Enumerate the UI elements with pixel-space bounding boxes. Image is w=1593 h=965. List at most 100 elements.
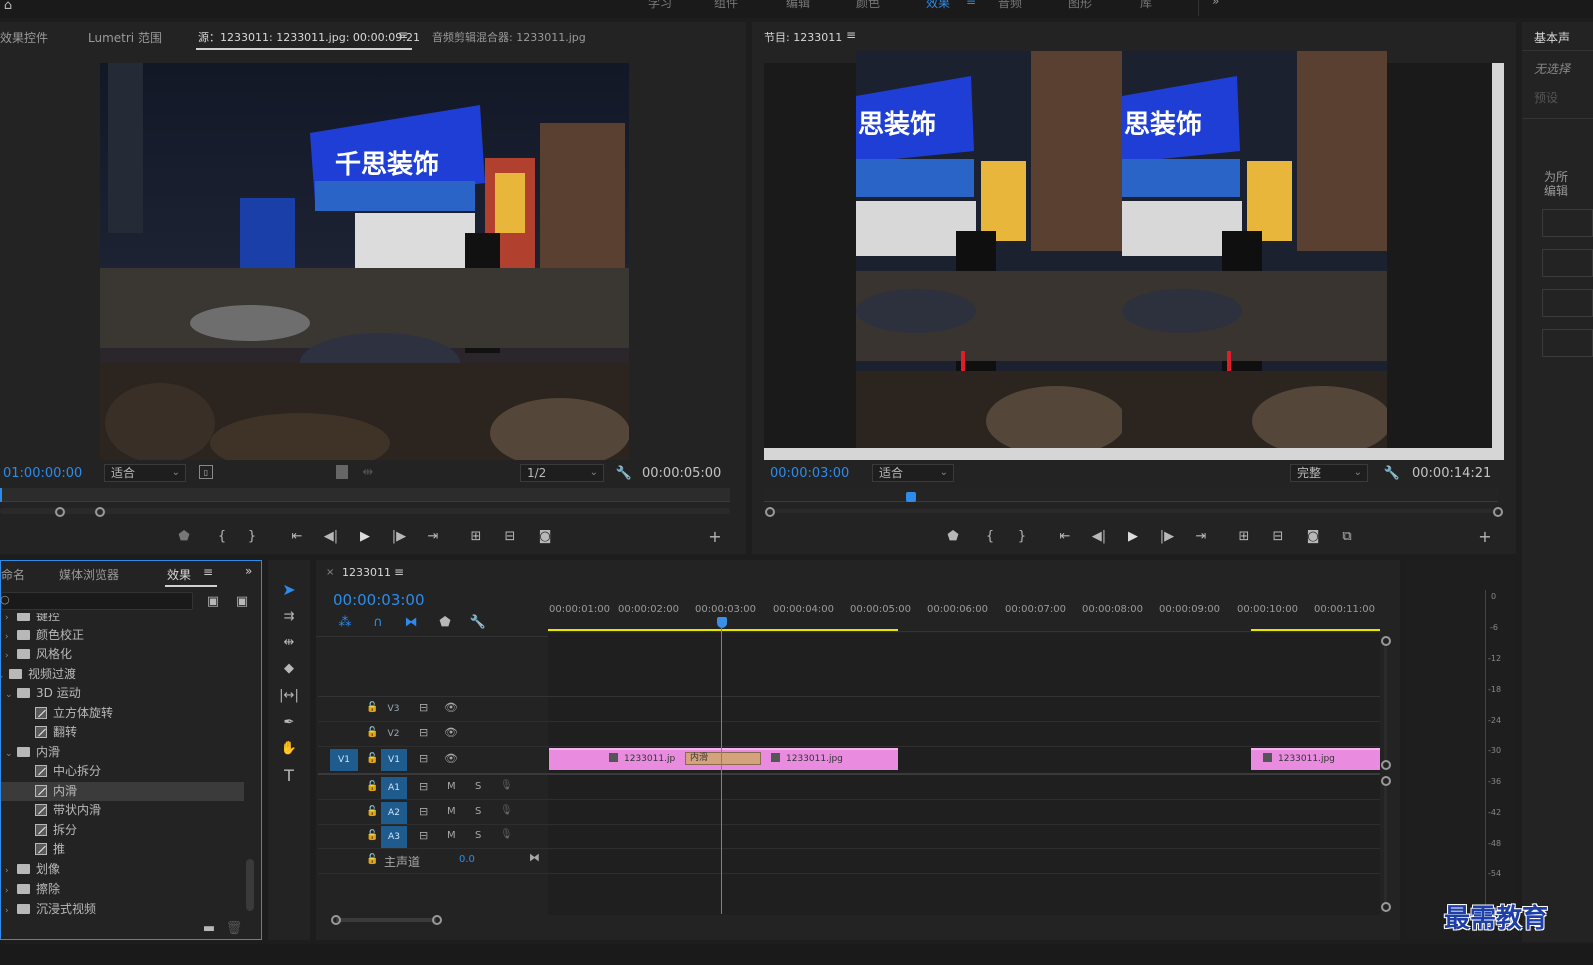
program-zoom-handle-left[interactable] bbox=[765, 507, 775, 517]
effects-scrollbar[interactable] bbox=[246, 859, 254, 911]
slip-tool-icon[interactable]: |↔| bbox=[278, 684, 300, 706]
tree-folder-video-transitions[interactable]: ⌄视频过渡 bbox=[1, 665, 244, 684]
scroll-track[interactable] bbox=[1384, 646, 1387, 762]
insert-overwrite-icon[interactable]: ⇹ bbox=[360, 465, 376, 480]
source-zoom-handle-right[interactable] bbox=[95, 507, 105, 517]
play-icon[interactable]: ▶ bbox=[1124, 528, 1142, 544]
track-target-v2[interactable]: V2 bbox=[384, 725, 403, 744]
program-zoom-select[interactable]: 适合 ⌄ bbox=[872, 464, 954, 482]
eye-icon[interactable]: 👁 bbox=[444, 701, 458, 714]
extract-icon[interactable]: ⊟ bbox=[1268, 528, 1288, 544]
tab-sequence[interactable]: 1233011 bbox=[342, 566, 391, 579]
scroll-handle[interactable] bbox=[1381, 902, 1391, 912]
workspace-editing[interactable]: 编辑 bbox=[786, 0, 810, 11]
effects-search-input[interactable]: ○ bbox=[0, 592, 193, 610]
program-timecode-current[interactable]: 00:00:03:00 bbox=[770, 466, 849, 481]
lock-icon[interactable]: 🔓 bbox=[366, 702, 378, 713]
source-zoom-handle-left[interactable] bbox=[55, 507, 65, 517]
add-marker-icon[interactable]: ⬟ bbox=[176, 528, 192, 544]
track-target-a1[interactable]: A1 bbox=[381, 777, 407, 799]
sync-lock-icon[interactable]: ⊟ bbox=[419, 726, 428, 739]
scroll-handle[interactable] bbox=[1381, 776, 1391, 786]
work-area-bar-right[interactable] bbox=[1251, 629, 1380, 631]
source-zoom-select[interactable]: 适合 ⌄ bbox=[104, 464, 186, 482]
selection-tool-icon[interactable]: ➤ bbox=[278, 578, 300, 600]
program-zoom-bar[interactable] bbox=[766, 509, 1498, 513]
workspace-color[interactable]: 颜色 bbox=[856, 0, 880, 11]
go-to-out-icon[interactable]: ⇥ bbox=[1192, 528, 1210, 544]
mute-button[interactable]: M bbox=[447, 830, 456, 841]
track-target-v1[interactable]: V1 bbox=[381, 749, 407, 771]
scroll-handle[interactable] bbox=[1381, 636, 1391, 646]
mark-in-icon[interactable]: { bbox=[982, 528, 998, 544]
workspace-effects[interactable]: 效果 bbox=[926, 0, 950, 11]
go-to-end-icon[interactable]: ⧓ bbox=[529, 851, 540, 864]
lock-icon[interactable]: 🔓 bbox=[366, 727, 378, 738]
32bit-effects-icon[interactable]: ▣ bbox=[233, 593, 251, 609]
go-to-out-icon[interactable]: ⇥ bbox=[424, 528, 442, 544]
step-forward-icon[interactable]: |▶ bbox=[390, 528, 408, 544]
source-resolution-select[interactable]: 1/2 ⌄ bbox=[520, 464, 604, 482]
workspace-audio[interactable]: 音频 bbox=[998, 0, 1022, 11]
source-timecode-current[interactable]: 01:00:00:00 bbox=[3, 466, 82, 481]
sync-lock-icon[interactable]: ⊟ bbox=[419, 701, 428, 714]
accelerated-effects-icon[interactable]: ▣ bbox=[204, 593, 222, 609]
add-marker-icon[interactable]: ⬟ bbox=[945, 528, 961, 544]
track-target-v3[interactable]: V3 bbox=[384, 700, 403, 719]
type-button[interactable] bbox=[1542, 329, 1593, 357]
tree-folder-keying[interactable]: › 键控 bbox=[1, 613, 244, 626]
linked-selection-icon[interactable]: ⧓ bbox=[402, 614, 420, 630]
microphone-icon[interactable]: 🎙 bbox=[500, 829, 513, 840]
solo-button[interactable]: S bbox=[475, 806, 481, 817]
source-patch-v1[interactable]: V1 bbox=[330, 749, 358, 771]
lock-icon[interactable]: 🔓 bbox=[366, 781, 378, 792]
program-playhead[interactable] bbox=[906, 492, 916, 502]
microphone-icon[interactable]: 🎙 bbox=[500, 780, 513, 791]
mark-in-icon[interactable]: { bbox=[214, 528, 230, 544]
camera-icon[interactable]: ◙ bbox=[536, 528, 554, 544]
tree-preset-cube-spin[interactable]: 立方体旋转 bbox=[1, 704, 244, 723]
workspace-more-icon[interactable]: » bbox=[1212, 0, 1219, 8]
type-button[interactable] bbox=[1542, 289, 1593, 317]
safe-margins-icon[interactable]: ▯ bbox=[199, 465, 213, 479]
new-bin-icon[interactable]: ▬ bbox=[201, 921, 217, 936]
tree-preset-slide[interactable]: 内滑 bbox=[1, 782, 244, 801]
solo-button[interactable]: S bbox=[475, 781, 481, 792]
tree-folder-iris[interactable]: › 划像 bbox=[1, 860, 244, 879]
step-back-icon[interactable]: ◀| bbox=[1090, 528, 1108, 544]
tree-folder-wipe[interactable]: › 擦除 bbox=[1, 880, 244, 899]
timeline-playhead-line[interactable] bbox=[721, 628, 722, 914]
wrench-icon[interactable]: 🔧 bbox=[1384, 465, 1400, 481]
go-to-in-icon[interactable]: ⇤ bbox=[288, 528, 306, 544]
workspace-library[interactable]: 库 bbox=[1140, 0, 1152, 11]
overwrite-icon[interactable]: ⊟ bbox=[500, 528, 520, 544]
tree-folder-stylize[interactable]: › 风格化 bbox=[1, 645, 244, 664]
add-button-icon[interactable]: + bbox=[1476, 527, 1494, 546]
master-volume-value[interactable]: 0.0 bbox=[459, 854, 475, 865]
eye-icon[interactable]: 👁 bbox=[444, 726, 458, 739]
tree-preset-band-slide[interactable]: 带状内滑 bbox=[1, 801, 244, 820]
work-area-bar-left[interactable] bbox=[548, 629, 898, 631]
tree-preset-center-split[interactable]: 中心拆分 bbox=[1, 762, 244, 781]
pen-tool-icon[interactable]: ✒ bbox=[278, 711, 300, 733]
tab-source[interactable]: 源：1233011: 1233011.jpg: 00:00:09:21 bbox=[198, 29, 420, 45]
program-zoom-handle-right[interactable] bbox=[1493, 507, 1503, 517]
type-button[interactable] bbox=[1542, 249, 1593, 277]
tab-program[interactable]: 节目: 1233011 bbox=[764, 29, 842, 45]
add-button-icon[interactable]: + bbox=[706, 527, 724, 546]
razor-tool-icon[interactable]: ◆ bbox=[278, 657, 300, 679]
timeline-playhead-handle[interactable] bbox=[717, 617, 727, 628]
hand-tool-icon[interactable]: ✋ bbox=[278, 737, 300, 759]
source-playhead[interactable] bbox=[0, 488, 2, 502]
tab-project-name[interactable]: 命名 bbox=[1, 566, 25, 583]
expand-panels-icon[interactable]: » bbox=[245, 564, 252, 578]
nest-toggle-icon[interactable]: ⁂ bbox=[336, 614, 354, 630]
source-time-ruler[interactable] bbox=[0, 488, 730, 502]
tree-preset-push[interactable]: 推 bbox=[1, 840, 244, 859]
comparison-view-icon[interactable]: ⧉ bbox=[1338, 528, 1356, 544]
sync-lock-icon[interactable]: ⊟ bbox=[419, 752, 428, 765]
mark-out-icon[interactable]: } bbox=[244, 528, 260, 544]
add-marker-icon[interactable]: ⬟ bbox=[437, 614, 453, 630]
go-to-in-icon[interactable]: ⇤ bbox=[1056, 528, 1074, 544]
track-select-tool-icon[interactable]: ⇉ bbox=[278, 605, 300, 627]
